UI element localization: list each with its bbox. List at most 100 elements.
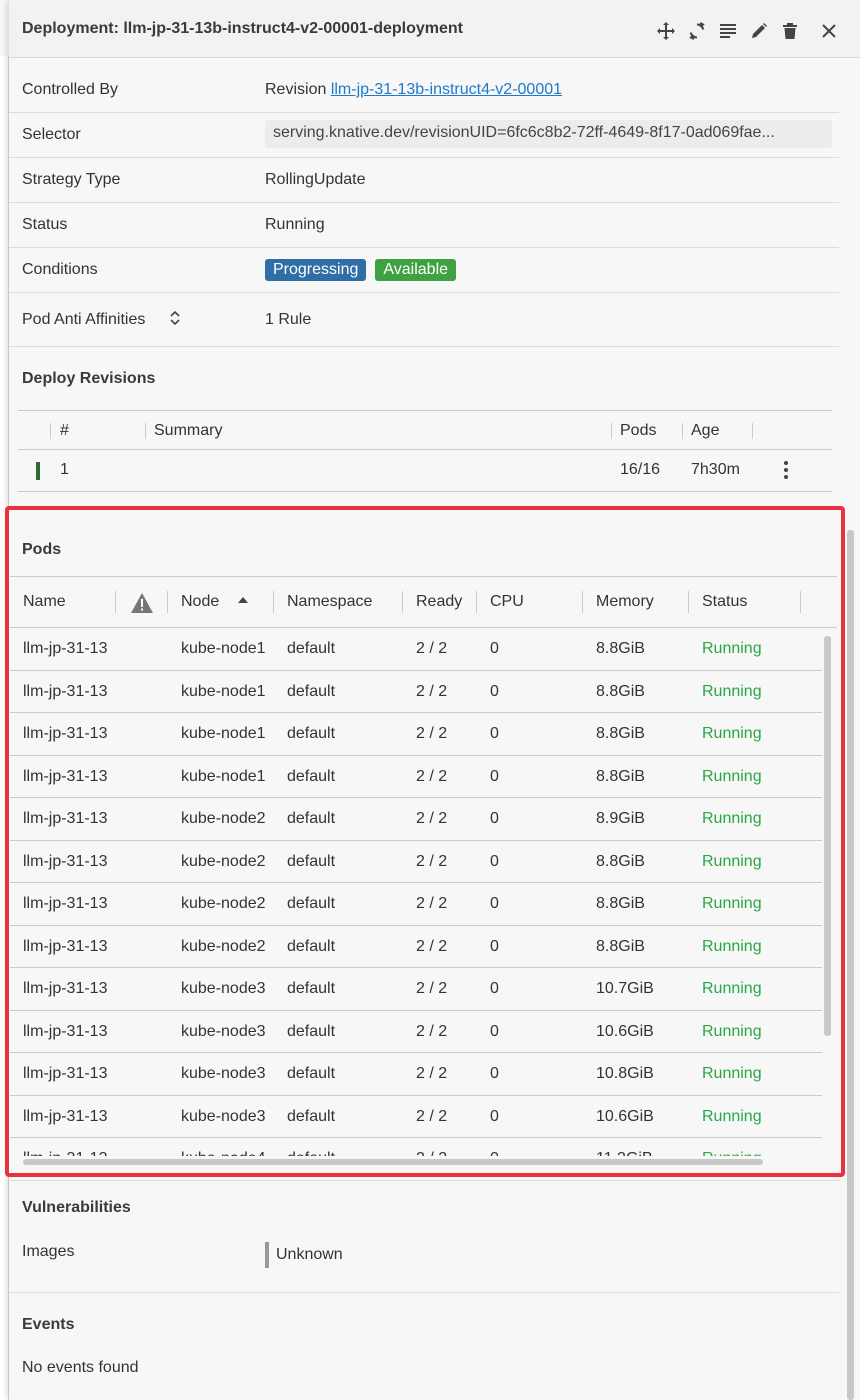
table-row[interactable]: llm-jp-31-13 kube-node3 default 2 / 2 0 10.6G… (10, 1096, 822, 1138)
pod-cpu: 0 (490, 767, 499, 785)
pod-status: Running (702, 640, 762, 657)
pod-ready: 2 / 2 (416, 1107, 448, 1125)
table-row[interactable]: llm-jp-31-13 kube-node2 default 2 / 2 0 8.9Gi… (10, 798, 822, 841)
column-separator (402, 591, 403, 613)
column-summary[interactable]: Summary (154, 422, 222, 440)
column-ready[interactable]: Ready (416, 593, 462, 611)
conditions-row: Conditions Progressing Available (9, 248, 839, 293)
condition-badge-available: Available (375, 259, 457, 281)
pod-cpu: 0 (490, 1150, 499, 1156)
column-num[interactable]: # (60, 422, 69, 440)
refresh-icon[interactable] (681, 18, 712, 44)
pod-name[interactable]: llm-jp-31-13 (23, 938, 107, 956)
column-memory[interactable]: Memory (596, 593, 654, 611)
pod-name[interactable]: llm-jp-31-13 (23, 725, 107, 743)
logs-icon[interactable] (712, 18, 743, 44)
move-icon[interactable] (650, 18, 681, 44)
pod-cpu: 0 (490, 980, 499, 997)
pod-ready: 2 / 2 (416, 937, 448, 955)
table-row[interactable]: llm-jp-31-13 kube-node3 default 2 / 2 0 10.6G… (10, 1011, 822, 1053)
pod-node: kube-node4 (181, 1150, 266, 1156)
column-status[interactable]: Status (702, 593, 747, 611)
column-name[interactable]: Name (23, 593, 66, 611)
pod-name[interactable]: llm-jp-31-13 (23, 640, 107, 658)
pod-name[interactable]: llm-jp-31-13 (23, 768, 107, 786)
pod-namespace: default (287, 895, 336, 912)
pod-name[interactable]: llm-jp-31-13 (23, 810, 107, 828)
table-row[interactable]: llm-jp-31-13 kube-node4 default 2 / 2 0 11.2G… (10, 1138, 822, 1156)
pod-memory: 11.2GiB (596, 1150, 653, 1156)
table-row[interactable]: 1 16/16 7h30m (18, 450, 832, 492)
column-separator (688, 591, 689, 613)
pod-namespace: default (287, 640, 336, 657)
close-icon[interactable] (813, 18, 844, 44)
column-separator (476, 591, 477, 613)
pod-node: kube-node1 (181, 640, 266, 657)
pods-horizontal-scrollbar[interactable] (23, 1159, 763, 1165)
table-row[interactable]: llm-jp-31-13 kube-node2 default 2 / 2 0 8.8Gi… (10, 926, 822, 968)
drawer-scrollbar[interactable] (847, 530, 854, 1400)
pod-name[interactable]: llm-jp-31-13 (23, 1023, 107, 1041)
column-separator (752, 423, 753, 439)
delete-icon[interactable] (774, 18, 805, 44)
pod-memory: 8.8GiB (596, 852, 645, 870)
column-namespace[interactable]: Namespace (287, 593, 372, 611)
pod-node: kube-node3 (181, 1107, 266, 1125)
expand-toggle-icon[interactable] (170, 310, 180, 329)
warning-icon[interactable] (130, 592, 154, 614)
column-age[interactable]: Age (691, 422, 719, 440)
column-separator (115, 591, 116, 613)
pod-ready: 2 / 2 (416, 852, 448, 870)
controlled-by-label: Controlled By (22, 81, 119, 98)
table-row[interactable]: llm-jp-31-13 kube-node1 default 2 / 2 0 8.8Gi… (10, 713, 822, 756)
table-row[interactable]: llm-jp-31-13 kube-node1 default 2 / 2 0 8.8Gi… (10, 671, 822, 713)
pod-name[interactable]: llm-jp-31-13 (23, 895, 107, 913)
pod-status: Running (702, 725, 762, 742)
pod-cpu: 0 (490, 895, 499, 912)
revision-pods: 16/16 (620, 461, 661, 478)
table-row[interactable]: llm-jp-31-13 kube-node1 default 2 / 2 0 8.8Gi… (10, 628, 822, 671)
edit-icon[interactable] (743, 18, 774, 44)
pod-namespace: default (287, 682, 336, 700)
anti-affinities-row[interactable]: Pod Anti Affinities 1 Rule (9, 293, 839, 347)
pod-name[interactable]: llm-jp-31-13 (23, 683, 107, 701)
selector-value: serving.knative.dev/revisionUID=6fc6c8b2… (265, 120, 832, 148)
divider (9, 1292, 839, 1293)
status-value: Running (265, 216, 325, 233)
column-pods[interactable]: Pods (620, 422, 656, 440)
pod-status: Running (702, 1022, 762, 1040)
revision-status-marker (36, 462, 40, 480)
table-row[interactable]: llm-jp-31-13 kube-node1 default 2 / 2 0 8.8Gi… (10, 756, 822, 798)
table-row[interactable]: llm-jp-31-13 kube-node2 default 2 / 2 0 8.8Gi… (10, 883, 822, 926)
pod-ready: 2 / 2 (416, 767, 448, 785)
selector-label: Selector (22, 126, 81, 143)
column-separator (611, 423, 612, 439)
column-node[interactable]: Node (181, 593, 219, 611)
pod-name[interactable]: llm-jp-31-13 (23, 853, 107, 871)
pod-name[interactable]: llm-jp-31-13 (23, 1150, 107, 1156)
pods-vertical-scrollbar[interactable] (824, 636, 831, 1036)
pod-namespace: default (287, 980, 336, 997)
column-cpu[interactable]: CPU (490, 593, 524, 611)
table-row[interactable]: llm-jp-31-13 kube-node2 default 2 / 2 0 8.8Gi… (10, 841, 822, 883)
pod-node: kube-node1 (181, 767, 266, 785)
pod-name[interactable]: llm-jp-31-13 (23, 1065, 107, 1083)
revisions-table-header: # Summary Pods Age (18, 410, 832, 450)
pod-name[interactable]: llm-jp-31-13 (23, 980, 107, 998)
pod-memory: 10.6GiB (596, 1022, 654, 1040)
sort-ascending-icon[interactable] (238, 597, 248, 603)
table-row[interactable]: llm-jp-31-13 kube-node3 default 2 / 2 0 10.8G… (10, 1053, 822, 1096)
pod-ready: 2 / 2 (416, 1022, 448, 1040)
pod-cpu: 0 (490, 1107, 499, 1125)
pod-namespace: default (287, 725, 336, 742)
pod-status: Running (702, 1107, 762, 1125)
pod-name[interactable]: llm-jp-31-13 (23, 1108, 107, 1126)
column-separator (800, 591, 801, 613)
pod-node: kube-node1 (181, 725, 266, 742)
revision-link[interactable]: llm-jp-31-13b-instruct4-v2-00001 (331, 81, 562, 98)
pod-ready: 2 / 2 (416, 725, 448, 742)
pod-memory: 8.8GiB (596, 725, 645, 742)
kebab-menu-icon[interactable] (784, 460, 790, 480)
table-row[interactable]: llm-jp-31-13 kube-node3 default 2 / 2 0 10.7G… (10, 968, 822, 1011)
pods-table-body: llm-jp-31-13 kube-node1 default 2 / 2 0 8.8Gi… (10, 628, 822, 1156)
